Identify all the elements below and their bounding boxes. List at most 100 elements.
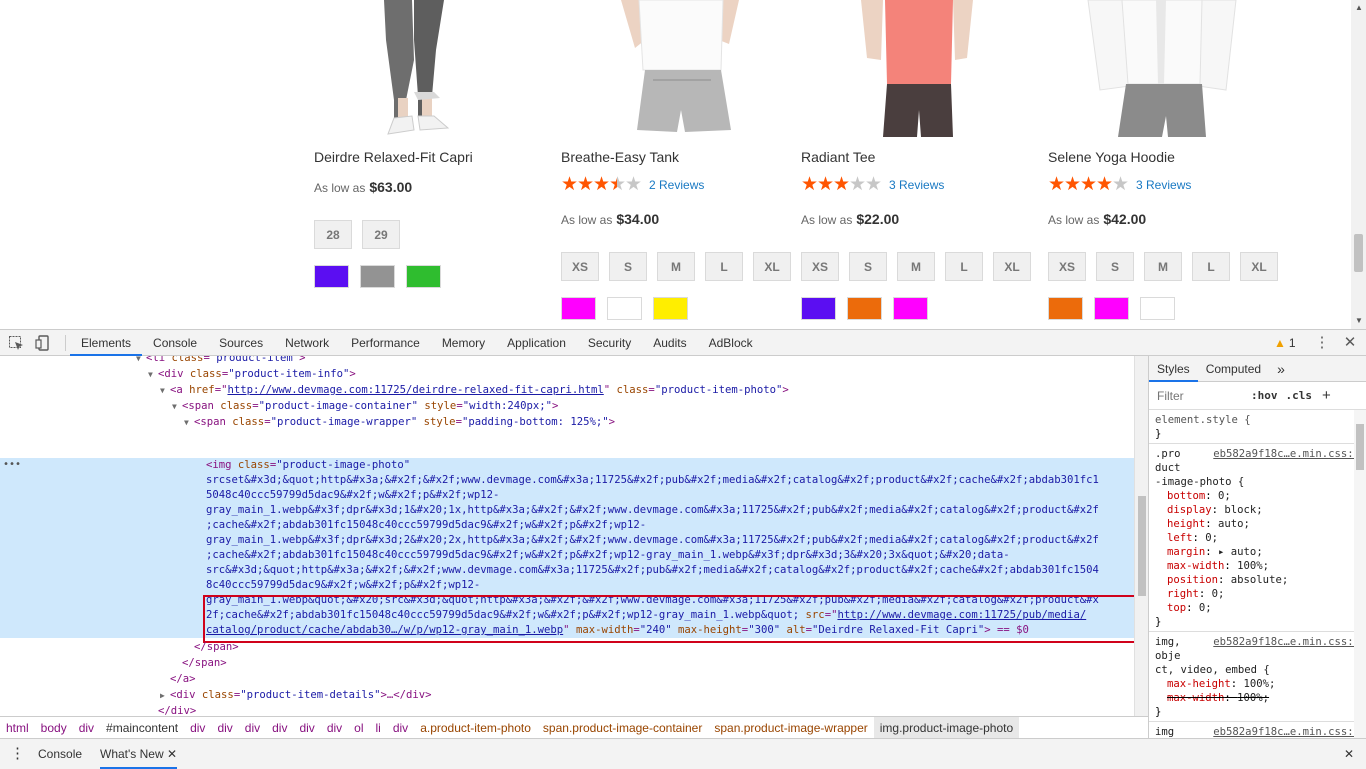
product-photo[interactable] [561, 0, 801, 137]
page-scrollbar[interactable]: ▲ ▼ [1351, 0, 1366, 329]
styles-filter-input[interactable] [1157, 386, 1243, 405]
css-rule[interactable]: .pro eb582a9f18c…e.min.css:1 duct -image-… [1149, 444, 1366, 632]
product-card[interactable]: Selene Yoga Hoodie ★ ★ ★ ★ ★ 3 Reviews As lo… [1048, 0, 1288, 329]
size-option[interactable]: XS [561, 252, 599, 281]
dom-node-li[interactable]: ▼ <li class="product-item"> [136, 356, 306, 366]
size-option[interactable]: S [1096, 252, 1134, 281]
dom-node-a[interactable]: ▼ <a href="http://www.devmage.com:11725/d… [160, 383, 789, 398]
more-options-icon[interactable]: ⋮ [1314, 335, 1330, 351]
stylesheet-link[interactable]: eb582a9f18c…e.min.css:1 [1213, 725, 1360, 738]
size-option[interactable]: L [945, 252, 983, 281]
size-option[interactable]: L [705, 252, 743, 281]
href-link[interactable]: http://www.devmage.com:11725/deirdre-rel… [227, 384, 603, 396]
css-property[interactable]: max-height: 100%; [1155, 677, 1360, 691]
tab-application[interactable]: Application [496, 330, 577, 356]
size-option[interactable]: S [609, 252, 647, 281]
tab-audits[interactable]: Audits [642, 330, 697, 356]
product-name[interactable]: Breathe-Easy Tank [561, 149, 679, 165]
scrollbar-thumb[interactable] [1356, 424, 1364, 470]
stylesheet-link[interactable]: eb582a9f18c…e.min.css:1 [1213, 635, 1360, 649]
stylesheet-link[interactable]: eb582a9f18c…e.min.css:1 [1213, 447, 1360, 461]
scroll-up-arrow-icon[interactable]: ▲ [1355, 3, 1363, 12]
product-name[interactable]: Selene Yoga Hoodie [1048, 149, 1175, 165]
css-property[interactable]: margin: ▸ auto; [1155, 545, 1360, 559]
tab-adblock[interactable]: AdBlock [698, 330, 764, 356]
breadcrumb-item[interactable]: html [0, 721, 35, 735]
color-swatch[interactable] [360, 265, 395, 288]
dom-node-details[interactable]: ▶ <div class="product-item-details">…</di… [160, 688, 432, 703]
breadcrumb-item[interactable]: div [293, 721, 320, 735]
breadcrumb-item[interactable]: div [321, 721, 348, 735]
breadcrumb-item[interactable]: body [35, 721, 73, 735]
size-option[interactable]: XL [1240, 252, 1278, 281]
breadcrumb-item[interactable]: div [239, 721, 266, 735]
device-toolbar-icon[interactable] [35, 335, 51, 351]
breadcrumb-item[interactable]: li [370, 721, 387, 735]
add-rule-icon[interactable]: + [1322, 387, 1331, 404]
drawer-tab-whats-new[interactable]: What's New ✕ [100, 739, 178, 769]
more-tabs-chevron-icon[interactable]: » [1269, 356, 1293, 382]
css-property[interactable]: right: 0; [1155, 587, 1360, 601]
color-swatch[interactable] [1048, 297, 1083, 320]
product-name[interactable]: Radiant Tee [801, 149, 875, 165]
product-name[interactable]: Deirdre Relaxed-Fit Capri [314, 149, 473, 165]
collapse-triangle-icon[interactable]: ▼ [160, 383, 170, 398]
scrollbar-thumb[interactable] [1138, 496, 1146, 596]
css-property[interactable]: top: 0; [1155, 601, 1360, 615]
scrollbar-thumb[interactable] [1354, 234, 1363, 272]
css-property[interactable]: display: block; [1155, 503, 1360, 517]
color-swatch[interactable] [801, 297, 836, 320]
dom-node-div[interactable]: ▼ <div class="product-item-info"> [148, 367, 356, 382]
drawer-tab-console[interactable]: Console [38, 739, 82, 769]
breadcrumb-item[interactable]: #maincontent [100, 721, 184, 735]
breadcrumb-item[interactable]: div [211, 721, 238, 735]
color-swatch[interactable] [1140, 297, 1175, 320]
product-card[interactable]: Radiant Tee ★ ★ ★ ★ ★ 3 Reviews As low as $22… [801, 0, 1041, 329]
collapse-triangle-icon[interactable]: ▼ [148, 367, 158, 382]
css-property[interactable]: left: 0; [1155, 531, 1360, 545]
product-card[interactable]: Breathe-Easy Tank ★ ★ ★ ★ ★ 2 Reviews As low… [561, 0, 801, 329]
close-drawer-icon[interactable]: ✕ [1344, 739, 1354, 769]
tab-network[interactable]: Network [274, 330, 340, 356]
css-property[interactable]: position: absolute; [1155, 573, 1360, 587]
collapse-triangle-icon[interactable]: ▼ [172, 399, 182, 414]
tab-console[interactable]: Console [142, 330, 208, 356]
reviews-link[interactable]: 2 Reviews [649, 178, 704, 192]
color-swatch[interactable] [314, 265, 349, 288]
tab-computed[interactable]: Computed [1198, 356, 1269, 382]
close-tab-icon[interactable]: ✕ [167, 747, 177, 761]
color-swatch[interactable] [893, 297, 928, 320]
tab-elements[interactable]: Elements [70, 330, 143, 356]
tab-security[interactable]: Security [577, 330, 642, 356]
color-swatch[interactable] [653, 297, 688, 320]
breadcrumb-item[interactable]: span.product-image-container [537, 721, 708, 735]
reviews-link[interactable]: 3 Reviews [1136, 178, 1191, 192]
breadcrumb-item[interactable]: div [73, 721, 100, 735]
breadcrumb-item[interactable]: span.product-image-wrapper [708, 721, 873, 735]
size-option[interactable]: 29 [362, 220, 400, 249]
styles-scrollbar[interactable] [1354, 410, 1366, 738]
product-photo[interactable] [1048, 0, 1288, 137]
node-actions-icon[interactable]: ••• [3, 459, 21, 470]
css-property-overridden[interactable]: max-width: 100%; [1155, 691, 1360, 705]
color-swatch[interactable] [607, 297, 642, 320]
close-devtools-icon[interactable]: ✕ [1342, 335, 1358, 351]
size-option[interactable]: M [657, 252, 695, 281]
size-option[interactable]: XL [753, 252, 791, 281]
collapse-triangle-icon[interactable]: ▼ [136, 356, 146, 366]
tab-performance[interactable]: Performance [340, 330, 431, 356]
css-rule[interactable]: img, eb582a9f18c…e.min.css:1 obje ct, vid… [1149, 632, 1366, 722]
product-photo[interactable] [801, 0, 1041, 137]
expand-triangle-icon[interactable]: ▶ [160, 688, 170, 703]
color-swatch[interactable] [1094, 297, 1129, 320]
size-option[interactable]: XL [993, 252, 1031, 281]
hover-state-toggle[interactable]: :hov [1251, 389, 1278, 402]
element-style-rule[interactable]: element.style { } [1149, 410, 1366, 444]
collapse-triangle-icon[interactable]: ▼ [184, 415, 194, 430]
warnings-counter[interactable]: ▲ 1 [1274, 335, 1296, 351]
size-option[interactable]: 28 [314, 220, 352, 249]
color-swatch[interactable] [406, 265, 441, 288]
size-option[interactable]: M [1144, 252, 1182, 281]
css-property[interactable]: bottom: 0; [1155, 489, 1360, 503]
product-card[interactable]: Deirdre Relaxed-Fit Capri As low as $63.0… [314, 0, 554, 329]
